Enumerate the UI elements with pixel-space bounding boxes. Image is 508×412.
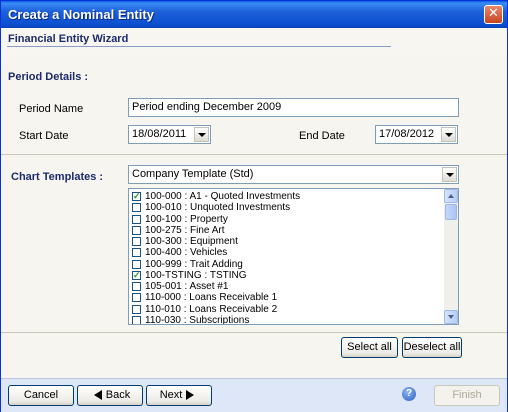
wizard-footer: Cancel Back Next ? Finish — [1, 378, 507, 412]
item-checkbox[interactable] — [132, 315, 141, 324]
wizard-window: Create a Nominal Entity ✕ Financial Enti… — [0, 0, 508, 412]
item-checkbox[interactable] — [132, 237, 141, 246]
item-checkbox[interactable]: ✓ — [132, 192, 141, 201]
list-divider — [1, 332, 507, 333]
item-label: 110-010 : Loans Receivable 2 — [145, 303, 278, 315]
list-scrollbar[interactable] — [444, 189, 458, 324]
item-label: 100-010 : Unquoted Investments — [145, 202, 291, 214]
close-icon: ✕ — [488, 6, 499, 21]
wizard-header: Financial Entity Wizard — [1, 28, 507, 58]
chart-template-select[interactable]: Company Template (Std) — [128, 165, 459, 184]
item-label: 100-TSTING : TSTING — [145, 269, 247, 281]
select-all-button[interactable]: Select all — [341, 337, 398, 358]
chart-template-value: Company Template (Std) — [132, 168, 254, 180]
close-button[interactable]: ✕ — [484, 5, 503, 24]
item-label: 100-300 : Equipment — [145, 236, 238, 247]
item-label: 105-001 : Asset #1 — [145, 281, 229, 292]
template-account-list[interactable]: ✓ 100-000 : A1 - Quoted Investments 100-01… — [128, 188, 459, 325]
window-title: Create a Nominal Entity — [8, 7, 154, 22]
item-label: 100-000 : A1 - Quoted Investments — [145, 191, 301, 202]
chevron-down-icon[interactable] — [441, 127, 456, 142]
title-bar: Create a Nominal Entity ✕ — [1, 1, 507, 28]
item-checkbox[interactable]: ✓ — [132, 270, 141, 280]
item-label: 110-000 : Loans Receivable 1 — [145, 292, 278, 304]
chevron-down-icon[interactable] — [194, 127, 209, 142]
back-button[interactable]: Back — [77, 385, 143, 406]
end-date-value: 17/08/2012 — [379, 128, 435, 140]
end-date-label: End Date — [299, 130, 345, 142]
next-label: Next — [159, 389, 183, 401]
item-checkbox[interactable] — [132, 293, 141, 303]
back-label: Back — [105, 389, 131, 401]
scroll-down-button[interactable] — [444, 310, 458, 324]
cancel-button[interactable]: Cancel — [8, 385, 74, 406]
section-divider — [1, 154, 507, 155]
back-arrow-icon — [93, 390, 102, 401]
item-checkbox[interactable] — [132, 225, 141, 235]
next-button[interactable]: Next — [146, 385, 212, 406]
start-date-value: 18/08/2011 — [132, 128, 187, 140]
item-checkbox[interactable] — [132, 203, 141, 213]
item-checkbox[interactable] — [132, 214, 141, 224]
item-checkbox[interactable] — [132, 248, 141, 258]
item-label: 100-100 : Property — [145, 213, 228, 225]
item-label: 110-030 : Subscriptions — [145, 314, 250, 325]
next-arrow-icon — [186, 390, 195, 401]
finish-button[interactable]: Finish — [434, 385, 500, 406]
header-divider — [7, 46, 391, 47]
item-checkbox[interactable] — [132, 304, 141, 314]
start-date-picker[interactable]: 18/08/2011 — [128, 125, 211, 144]
chart-templates-heading: Chart Templates : — [11, 171, 104, 183]
period-name-input[interactable]: Period ending December 2009 — [128, 98, 459, 117]
end-date-picker[interactable]: 17/08/2012 — [375, 125, 458, 144]
scroll-up-button[interactable] — [444, 189, 458, 203]
chevron-down-icon[interactable] — [442, 167, 457, 182]
help-icon[interactable]: ? — [402, 387, 416, 401]
wizard-title: Financial Entity Wizard — [8, 33, 129, 45]
item-checkbox[interactable] — [132, 259, 141, 269]
wizard-content: Period Details : Period Name Period endi… — [1, 58, 507, 378]
item-checkbox[interactable] — [132, 282, 141, 291]
item-label: 100-999 : Trait Adding — [145, 258, 243, 270]
deselect-all-button[interactable]: Deselect all — [402, 337, 462, 358]
period-name-label: Period Name — [19, 103, 84, 115]
item-label: 100-400 : Vehicles — [145, 247, 228, 259]
start-date-label: Start Date — [19, 130, 69, 142]
scroll-thumb[interactable] — [445, 204, 457, 220]
item-label: 100-275 : Fine Art — [145, 224, 225, 236]
period-details-heading: Period Details : — [8, 71, 89, 83]
